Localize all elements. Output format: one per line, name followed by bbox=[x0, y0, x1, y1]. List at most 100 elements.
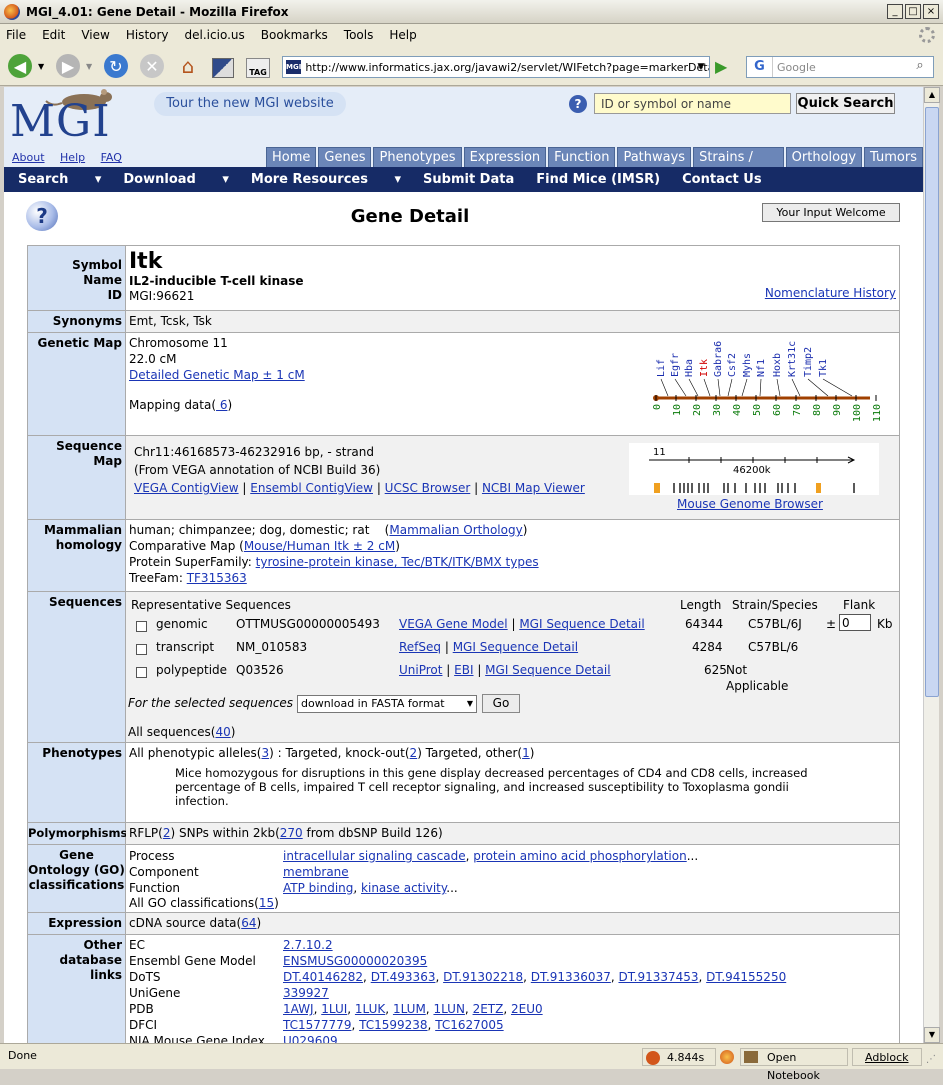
alleles-count-link[interactable]: 3 bbox=[261, 746, 269, 760]
ensembl-contigview-link[interactable]: Ensembl ContigView bbox=[250, 481, 373, 495]
adblock-button[interactable]: Adblock bbox=[852, 1048, 922, 1066]
protein-superfamily-link[interactable]: tyrosine-protein kinase, Tec/BTK/ITK/BMX… bbox=[256, 555, 539, 569]
tab-expression[interactable]: Expression bbox=[463, 147, 547, 167]
gene-marker-label[interactable]: Lif bbox=[656, 359, 667, 377]
delicious-icon[interactable] bbox=[212, 58, 234, 78]
go-kinase-activity-link[interactable]: kinase activity bbox=[361, 881, 446, 895]
detailed-genetic-map-link[interactable]: Detailed Genetic Map ± 1 cM bbox=[129, 368, 305, 382]
search-box[interactable]: G Google ⌕ bbox=[746, 56, 934, 78]
gene-marker-label[interactable]: Gabra6 bbox=[713, 341, 724, 377]
menu-contact-us[interactable]: Contact Us bbox=[682, 172, 761, 187]
menu-delicious[interactable]: del.icio.us bbox=[185, 28, 245, 42]
uniprot-link[interactable]: UniProt bbox=[399, 663, 442, 677]
refseq-link[interactable]: RefSeq bbox=[399, 640, 441, 654]
quick-search-button[interactable]: Quick Search bbox=[796, 93, 895, 114]
back-icon[interactable]: ◀ bbox=[8, 54, 32, 78]
tab-tumors[interactable]: Tumors bbox=[864, 147, 923, 167]
go-membrane-link[interactable]: membrane bbox=[283, 864, 349, 880]
tag-button[interactable]: TAG bbox=[246, 58, 270, 78]
mouse-genome-browser-link[interactable]: Mouse Genome Browser bbox=[677, 496, 823, 512]
cdna-source-link[interactable]: 64 bbox=[241, 916, 256, 930]
about-link[interactable]: About bbox=[12, 151, 45, 164]
menu-history[interactable]: History bbox=[126, 28, 169, 42]
your-input-welcome-button[interactable]: Your Input Welcome bbox=[762, 203, 900, 222]
go-signaling-link[interactable]: intracellular signaling cascade bbox=[283, 849, 466, 863]
all-go-link[interactable]: 15 bbox=[259, 896, 274, 910]
mapping-data-link[interactable]: 6 bbox=[216, 398, 228, 412]
gene-marker-label[interactable]: Nf1 bbox=[756, 359, 767, 377]
genomic-mgi-sequence-detail-link[interactable]: MGI Sequence Detail bbox=[519, 617, 644, 631]
db-link[interactable]: 1LUI bbox=[321, 1002, 347, 1016]
flank-input[interactable]: 0 bbox=[839, 614, 871, 631]
sequence-map-diagram[interactable]: 11 46200k bbox=[629, 443, 879, 495]
menu-download[interactable]: Download ▾ bbox=[123, 172, 229, 187]
db-link[interactable]: 1LUK bbox=[355, 1002, 385, 1016]
ebi-link[interactable]: EBI bbox=[454, 663, 473, 677]
back-history-dropdown-icon[interactable]: ▼ bbox=[38, 62, 44, 71]
db-link[interactable]: 339927 bbox=[283, 986, 329, 1000]
gene-marker-label[interactable]: Krt31c bbox=[787, 341, 798, 377]
db-link[interactable]: U029609 bbox=[283, 1034, 338, 1043]
gene-marker-label[interactable]: Hoxb bbox=[772, 353, 783, 377]
menu-submit-data[interactable]: Submit Data bbox=[423, 172, 514, 187]
help-question-icon[interactable]: ? bbox=[569, 95, 587, 113]
reload-icon[interactable]: ↻ bbox=[104, 54, 128, 78]
menu-help[interactable]: Help bbox=[389, 28, 416, 42]
close-button[interactable]: × bbox=[923, 4, 939, 19]
tab-genes[interactable]: Genes bbox=[318, 147, 372, 167]
tab-orthology[interactable]: Orthology bbox=[785, 147, 863, 167]
resize-grip-icon[interactable]: ⋰ bbox=[926, 1054, 936, 1065]
tab-home[interactable]: Home bbox=[266, 147, 317, 167]
forward-history-dropdown-icon[interactable]: ▼ bbox=[86, 62, 92, 71]
db-link[interactable]: 2ETZ bbox=[473, 1002, 504, 1016]
url-bar[interactable]: MGI http://www.informatics.jax.org/javaw… bbox=[282, 56, 710, 78]
comparative-map-link[interactable]: Mouse/Human Itk ± 2 cM bbox=[244, 539, 395, 553]
stop-icon[interactable]: ✕ bbox=[140, 54, 164, 78]
menu-more-resources[interactable]: More Resources ▾ bbox=[251, 172, 401, 187]
vega-gene-model-link[interactable]: VEGA Gene Model bbox=[399, 617, 508, 631]
db-link[interactable]: 1LUM bbox=[393, 1002, 426, 1016]
home-icon[interactable]: ⌂ bbox=[176, 54, 200, 78]
genetic-map-diagram[interactable]: 0 10 20 30 40 50 60 70 80 90 100 110 Lif Egfr Hba Itk Ga… bbox=[650, 333, 890, 433]
db-link[interactable]: DT.91302218 bbox=[443, 970, 523, 984]
gene-marker-label[interactable]: Hba bbox=[684, 359, 695, 377]
go-button[interactable]: Go bbox=[482, 694, 520, 713]
mammalian-orthology-link[interactable]: Mammalian Orthology bbox=[389, 523, 522, 537]
menu-search[interactable]: Search ▾ bbox=[18, 172, 101, 187]
tab-function[interactable]: Function bbox=[548, 147, 616, 167]
tab-strains-snps[interactable]: Strains / SNPs bbox=[693, 147, 784, 185]
db-link[interactable]: 2.7.10.2 bbox=[283, 938, 333, 952]
scroll-thumb[interactable] bbox=[925, 107, 939, 697]
db-link[interactable]: DT.91336037 bbox=[531, 970, 611, 984]
gene-marker-label[interactable]: Itk bbox=[699, 359, 710, 377]
db-link[interactable]: TC1627005 bbox=[435, 1018, 503, 1032]
db-link[interactable]: DT.40146282 bbox=[283, 970, 363, 984]
firefox-status-icon[interactable] bbox=[720, 1050, 734, 1064]
help-link[interactable]: Help bbox=[60, 151, 85, 164]
format-select[interactable]: download in FASTA format ▼ bbox=[297, 695, 477, 713]
gene-marker-label[interactable]: Myhs bbox=[742, 353, 753, 377]
minimize-button[interactable]: _ bbox=[887, 4, 903, 19]
gene-marker-label[interactable]: Egfr bbox=[670, 353, 681, 377]
vertical-scrollbar[interactable]: ▲ ▼ bbox=[923, 87, 940, 1043]
gene-marker-label[interactable]: Tk1 bbox=[818, 359, 829, 377]
tour-link[interactable]: Tour the new MGI website bbox=[154, 92, 346, 116]
transcript-checkbox[interactable] bbox=[136, 644, 147, 655]
db-link[interactable]: 2EU0 bbox=[511, 1002, 543, 1016]
genomic-checkbox[interactable] bbox=[136, 621, 147, 632]
faq-link[interactable]: FAQ bbox=[101, 151, 122, 164]
quick-search-input[interactable]: ID or symbol or name bbox=[594, 93, 791, 114]
polypeptide-checkbox[interactable] bbox=[136, 667, 147, 678]
treefam-link[interactable]: TF315363 bbox=[187, 571, 247, 585]
go-phosphorylation-link[interactable]: protein amino acid phosphorylation bbox=[473, 849, 686, 863]
db-link[interactable]: TC1599238 bbox=[359, 1018, 427, 1032]
menu-find-mice[interactable]: Find Mice (IMSR) bbox=[536, 172, 660, 187]
forward-icon[interactable]: ▶ bbox=[56, 54, 80, 78]
scroll-up-icon[interactable]: ▲ bbox=[924, 87, 940, 103]
db-link[interactable]: 1LUN bbox=[433, 1002, 464, 1016]
tab-pathways[interactable]: Pathways bbox=[617, 147, 692, 167]
db-link[interactable]: DT.91337453 bbox=[618, 970, 698, 984]
go-icon[interactable]: ▶ bbox=[715, 57, 727, 76]
polypeptide-mgi-sequence-detail-link[interactable]: MGI Sequence Detail bbox=[485, 663, 610, 677]
gene-marker-label[interactable]: Csf2 bbox=[727, 353, 738, 377]
